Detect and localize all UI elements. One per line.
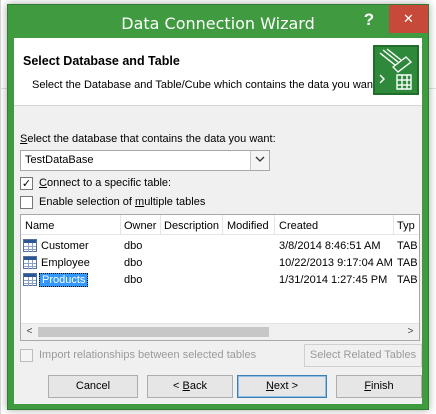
table-row[interactable]: Customer dbo 3/8/2014 8:46:51 AM TAB bbox=[21, 238, 419, 254]
database-select[interactable]: TestDataBase bbox=[20, 150, 270, 171]
enable-multiple-tables-checkbox[interactable] bbox=[20, 196, 33, 209]
enable-multiple-tables-accelerator: m bbox=[135, 196, 145, 208]
enable-multiple-tables-option[interactable]: Enable selection of multiple tables bbox=[20, 196, 240, 210]
column-header-modified[interactable]: Modified bbox=[227, 220, 269, 232]
tables-list[interactable]: Name Owner Description Modified Created … bbox=[20, 214, 420, 341]
table-icon bbox=[23, 239, 37, 252]
grid-line bbox=[0, 0, 1, 414]
connect-specific-table-text: onnect to a specific table: bbox=[46, 177, 172, 189]
next-button[interactable]: Next > bbox=[237, 375, 327, 398]
finish-button-text: inish bbox=[371, 380, 394, 392]
data-connection-wizard-dialog: Data Connection Wizard ? ✕ Select Databa… bbox=[7, 4, 429, 410]
row-owner: dbo bbox=[124, 274, 143, 286]
connect-specific-table-accelerator: C bbox=[39, 177, 47, 189]
column-divider[interactable] bbox=[274, 215, 275, 235]
table-icon bbox=[23, 256, 37, 269]
step-subtitle: Select the Database and Table/Cube which… bbox=[32, 79, 380, 91]
connect-specific-table-label: Connect to a specific table: bbox=[39, 177, 171, 189]
next-button-accelerator: N bbox=[265, 380, 274, 392]
database-select-value: TestDataBase bbox=[25, 154, 94, 166]
table-icon bbox=[23, 273, 37, 286]
tables-list-header: Name Owner Description Modified Created … bbox=[21, 215, 419, 235]
back-button-prefix: < bbox=[173, 380, 183, 392]
dialog-content: Select Database and Table Select the Dat… bbox=[14, 38, 422, 404]
scrollbar-thumb[interactable] bbox=[38, 327, 269, 337]
wizard-header: Select Database and Table Select the Dat… bbox=[14, 38, 422, 106]
back-button-text: ack bbox=[189, 380, 207, 392]
connect-specific-table-checkbox[interactable]: ✓ bbox=[20, 177, 33, 190]
column-divider[interactable] bbox=[222, 215, 223, 235]
scroll-right-button[interactable]: > bbox=[402, 324, 419, 340]
row-created: 1/31/2014 1:27:45 PM bbox=[279, 274, 388, 286]
column-header-name[interactable]: Name bbox=[25, 220, 54, 232]
finish-button[interactable]: Finish bbox=[336, 375, 422, 398]
row-name: Employee bbox=[41, 257, 90, 269]
database-label-text: elect the database that contains the dat… bbox=[27, 133, 276, 145]
database-wizard-icon bbox=[373, 45, 419, 95]
table-row[interactable]: Employee dbo 10/22/2013 9:17:04 AM TAB bbox=[21, 255, 419, 271]
chevron-down-icon[interactable] bbox=[250, 151, 269, 170]
row-type: TAB bbox=[397, 274, 418, 286]
close-button[interactable]: ✕ bbox=[389, 5, 428, 33]
table-row-selected[interactable]: Products dbo 1/31/2014 1:27:45 PM TAB bbox=[21, 272, 419, 288]
column-divider[interactable] bbox=[393, 215, 394, 235]
column-divider[interactable] bbox=[120, 215, 121, 235]
column-divider[interactable] bbox=[160, 215, 161, 235]
connect-specific-table-option[interactable]: ✓ Connect to a specific table: bbox=[20, 177, 220, 191]
back-button[interactable]: < Back bbox=[147, 375, 233, 398]
enable-multiple-tables-text-a: Enable selection of bbox=[39, 196, 136, 208]
column-header-created[interactable]: Created bbox=[279, 220, 318, 232]
row-type: TAB bbox=[397, 240, 418, 252]
step-title: Select Database and Table bbox=[23, 54, 180, 68]
scroll-left-button[interactable]: < bbox=[21, 324, 38, 340]
import-relationships-label: Import relationships between selected ta… bbox=[39, 349, 257, 361]
select-related-tables-button[interactable]: Select Related Tables bbox=[304, 344, 422, 367]
row-created: 3/8/2014 8:46:51 AM bbox=[279, 240, 381, 252]
row-type: TAB bbox=[397, 257, 418, 269]
row-owner: dbo bbox=[124, 240, 143, 252]
row-name: Products bbox=[39, 273, 89, 287]
row-created: 10/22/2013 9:17:04 AM bbox=[279, 257, 393, 269]
enable-multiple-tables-text-b: ultiple tables bbox=[144, 196, 206, 208]
cancel-button[interactable]: Cancel bbox=[48, 375, 138, 398]
row-name: Customer bbox=[41, 240, 89, 252]
back-button-accelerator: B bbox=[182, 380, 190, 392]
horizontal-scrollbar[interactable]: < > bbox=[21, 323, 419, 340]
row-owner: dbo bbox=[124, 257, 143, 269]
database-label: Select the database that contains the da… bbox=[20, 133, 276, 145]
import-relationships-checkbox[interactable] bbox=[20, 349, 33, 362]
column-header-description[interactable]: Description bbox=[164, 220, 219, 232]
column-header-owner[interactable]: Owner bbox=[124, 220, 156, 232]
enable-multiple-tables-label: Enable selection of multiple tables bbox=[39, 196, 205, 208]
column-header-type[interactable]: Typ bbox=[397, 220, 415, 232]
title-bar[interactable]: Data Connection Wizard ? ✕ bbox=[8, 5, 428, 38]
import-relationships-option[interactable]: Import relationships between selected ta… bbox=[20, 349, 260, 363]
help-button[interactable]: ? bbox=[357, 9, 381, 33]
next-button-text: ext > bbox=[273, 380, 299, 392]
